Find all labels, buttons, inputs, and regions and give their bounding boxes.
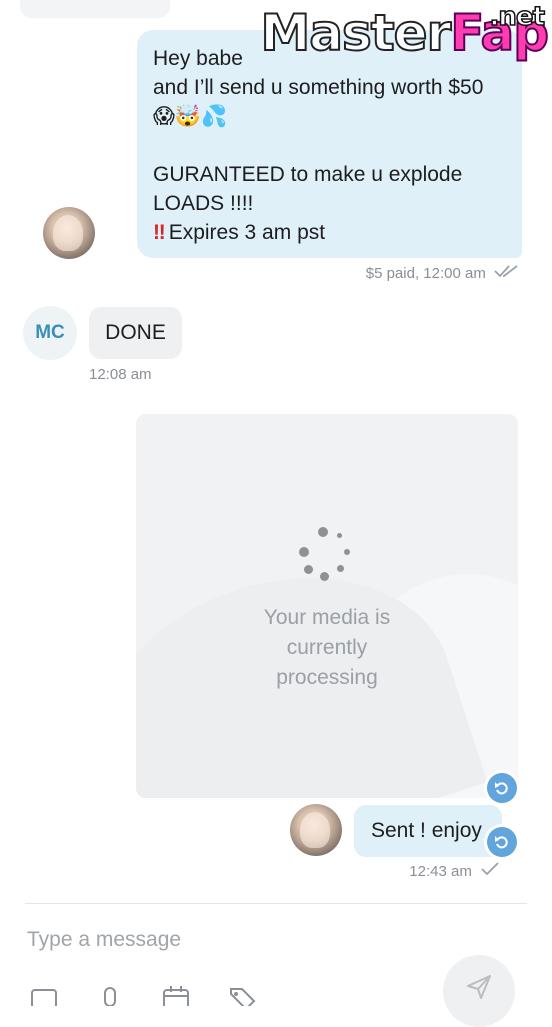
emoji-line: 😱🤯💦 bbox=[153, 104, 228, 128]
undo-arrow-icon[interactable] bbox=[487, 827, 517, 857]
message-text: DONE bbox=[105, 321, 166, 344]
double-check-icon bbox=[494, 265, 518, 278]
incoming-message-bubble[interactable]: DONE bbox=[89, 307, 182, 359]
microphone-icon[interactable] bbox=[96, 986, 124, 1006]
message-line: GURANTEED to make u explode bbox=[153, 163, 463, 186]
price-tag-icon[interactable] bbox=[228, 986, 256, 1006]
calendar-icon[interactable] bbox=[162, 986, 190, 1006]
paid-timestamp: $5 paid, 12:00 am bbox=[365, 265, 486, 282]
message-meta: $5 paid, 12:00 am bbox=[366, 264, 520, 282]
outgoing-message-bubble[interactable]: Sent ! enjoy bbox=[354, 805, 502, 857]
expires-text: Expires 3 am pst bbox=[168, 221, 326, 244]
send-button[interactable] bbox=[443, 955, 515, 1027]
processing-line: Your media is bbox=[263, 606, 391, 629]
double-exclamation-icon: ‼ bbox=[153, 221, 166, 244]
message-input[interactable] bbox=[27, 927, 407, 953]
message-timestamp: 12:43 am bbox=[409, 863, 472, 880]
message-text: Sent ! enjoy bbox=[371, 819, 482, 842]
watermark-text: .net bbox=[489, 1, 546, 33]
message-timestamp: 12:08 am bbox=[89, 366, 152, 383]
loading-spinner-icon bbox=[299, 527, 355, 583]
send-plane-icon bbox=[467, 975, 491, 999]
outgoing-message-bubble[interactable]: Hey babe and I’ll send u something worth… bbox=[137, 30, 522, 258]
message-meta: 12:43 am bbox=[409, 862, 500, 880]
previous-message-bubble-edge bbox=[20, 0, 170, 18]
processing-line: processing bbox=[276, 666, 378, 689]
creator-avatar[interactable] bbox=[43, 207, 95, 259]
creator-avatar[interactable] bbox=[290, 804, 342, 856]
message-line: and I’ll send u something worth $50 bbox=[153, 76, 484, 99]
processing-status: Your media is currently processing bbox=[136, 603, 518, 693]
media-processing-card[interactable]: Your media is currently processing bbox=[136, 414, 518, 798]
check-icon bbox=[481, 862, 499, 876]
composer-divider bbox=[25, 903, 527, 904]
message-line: LOADS !!!! bbox=[153, 192, 254, 215]
message-line: Hey babe bbox=[153, 47, 243, 70]
undo-arrow-icon[interactable] bbox=[487, 773, 517, 803]
fan-avatar-initials[interactable]: MC bbox=[23, 306, 77, 360]
processing-line: currently bbox=[286, 636, 368, 659]
image-icon[interactable] bbox=[30, 986, 58, 1006]
